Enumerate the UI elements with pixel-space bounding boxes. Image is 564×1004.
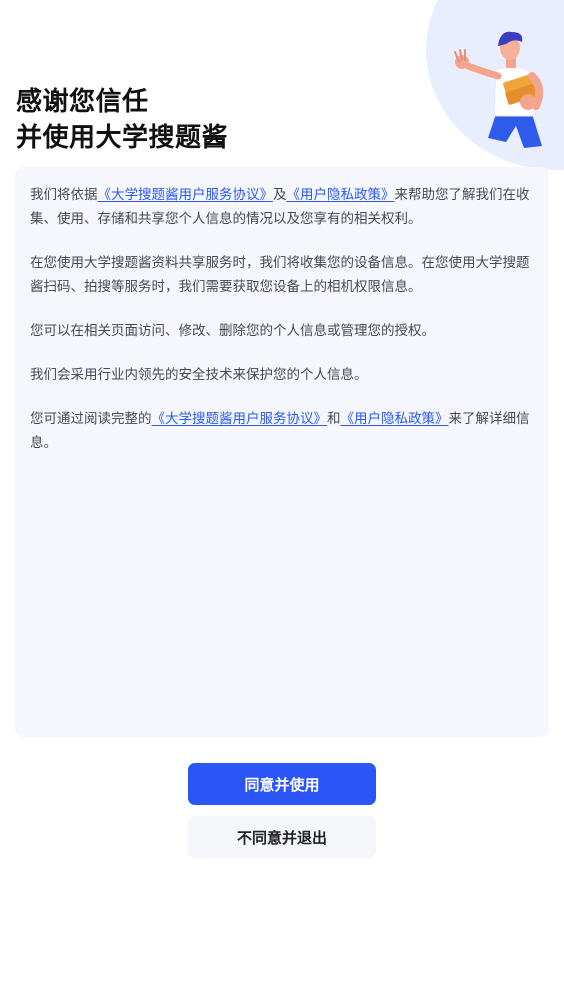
agreement-paragraph-intro: 我们将依据《大学搜题酱用户服务协议》及《用户隐私政策》来帮助您了解我们在收集、使…	[30, 183, 535, 231]
agreement-paragraph-device-info: 在您使用大学搜题酱资料共享服务时，我们将收集您的设备信息。在您使用大学搜题酱扫码…	[30, 255, 530, 295]
agreement-paragraph-manage-info: 您可以在相关页面访问、修改、删除您的个人信息或管理您的授权。	[30, 323, 435, 339]
service-agreement-link-bottom[interactable]: 《大学搜题酱用户服务协议》	[152, 411, 328, 427]
read-full-text-start: 您可通过阅读完整的	[30, 411, 152, 427]
agreement-card[interactable]: 我们将依据《大学搜题酱用户服务协议》及《用户隐私政策》来帮助您了解我们在收集、使…	[15, 167, 549, 737]
intro-text-and: 及	[273, 187, 287, 203]
service-agreement-link[interactable]: 《大学搜题酱用户服务协议》	[98, 187, 274, 203]
decline-and-exit-button[interactable]: 不同意并退出	[188, 816, 376, 858]
agree-and-use-button[interactable]: 同意并使用	[188, 763, 376, 805]
privacy-policy-link[interactable]: 《用户隐私政策》	[287, 187, 395, 203]
title-line-2: 并使用大学搜题酱	[16, 123, 229, 153]
privacy-consent-page: 感谢您信任 并使用大学搜题酱 我们将依据《大学搜题酱用户服务协议》及《用户隐私政…	[0, 0, 564, 1004]
agreement-paragraph-read-full: 您可通过阅读完整的《大学搜题酱用户服务协议》和《用户隐私政策》来了解详细信息。	[30, 407, 535, 455]
title-line-1: 感谢您信任	[16, 87, 149, 117]
intro-text-start: 我们将依据	[30, 187, 98, 203]
person-holding-books-icon	[454, 31, 544, 148]
read-full-text-and: 和	[327, 411, 341, 427]
privacy-policy-link-bottom[interactable]: 《用户隐私政策》	[341, 411, 449, 427]
agreement-paragraph-security: 我们会采用行业内领先的安全技术来保护您的个人信息。	[30, 367, 368, 383]
page-title: 感谢您信任 并使用大学搜题酱	[16, 84, 228, 156]
